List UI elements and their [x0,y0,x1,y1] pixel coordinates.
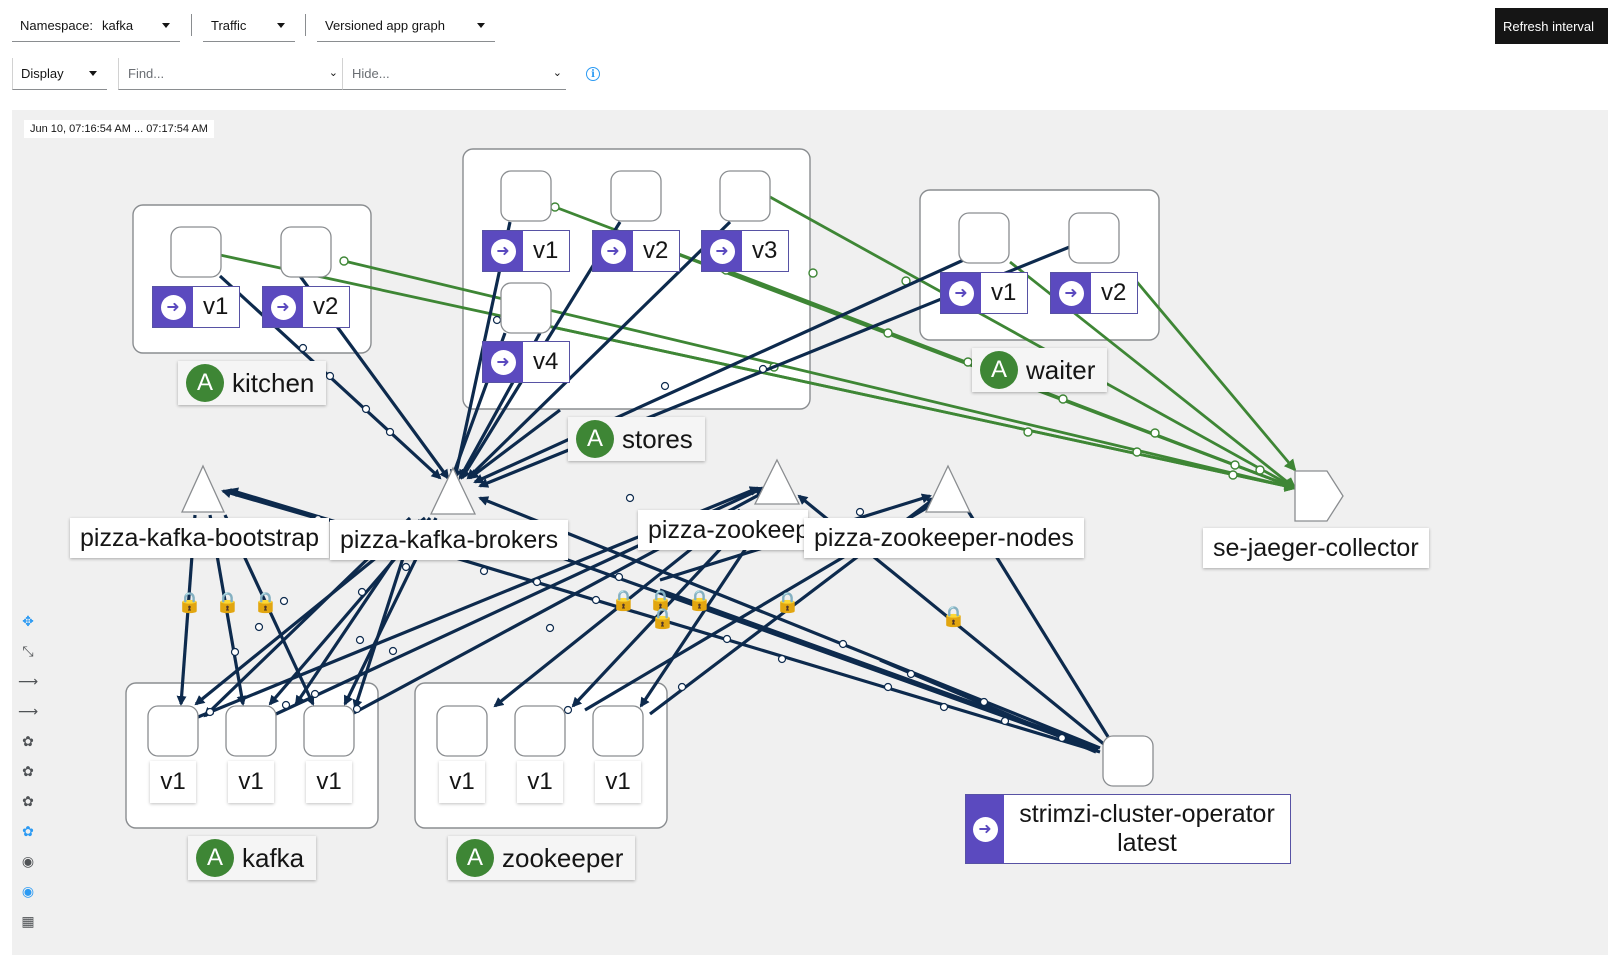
kitchen-v1-label[interactable]: ➜ v1 [152,286,240,328]
service-label-zookeeper-client[interactable]: pizza-zookeep [638,510,808,550]
stores-v3-label[interactable]: ➜ v3 [701,230,789,272]
app-badge-icon: A [980,351,1018,389]
app-badge-icon: A [576,420,614,458]
operator-name: strimzi-cluster-operator [1019,800,1275,828]
move-icon[interactable]: ✥ [14,607,42,635]
graph-svg [125,148,1344,829]
lock-icon: 🔒 [775,592,800,614]
graph-timestamp: Jun 10, 07:16:54 AM ... 07:17:54 AM [24,120,214,138]
stores-v4-label[interactable]: ➜ v4 [482,341,570,383]
jaeger-service-node[interactable] [1294,470,1344,522]
app-label-zookeeper[interactable]: A zookeeper [448,836,636,880]
waiter-v2-label[interactable]: ➜ v2 [1050,272,1138,314]
layout-3-icon[interactable]: ✿ [14,787,42,815]
lock-icon: 🔒 [253,592,278,614]
zookeeper-v1-label-a[interactable]: v1 [439,761,485,803]
stores-v2-label[interactable]: ➜ v2 [592,230,680,272]
fit-icon[interactable]: ⤡ [14,637,42,665]
lock-icon: 🔒 [215,592,240,614]
lock-icon: 🔒 [941,606,966,628]
app-badge-icon: A [196,839,234,877]
zookeeper-v1-label-c[interactable]: v1 [595,761,641,803]
app-label-kitchen[interactable]: A kitchen [178,361,327,405]
legend-active-icon[interactable]: ◉ [14,877,42,905]
app-label-waiter[interactable]: A waiter [972,348,1108,392]
arrow-right-icon: ➜ [709,238,735,264]
kitchen-v2-label[interactable]: ➜ v2 [262,286,350,328]
layout-4-icon[interactable]: ✿ [14,817,42,845]
map-icon[interactable]: ▦ [14,907,42,935]
layout-1-icon[interactable]: ✿ [14,727,42,755]
operator-version: latest [1117,829,1177,857]
arrow-right-icon: ➜ [972,816,998,842]
kafka-v1-label-a[interactable]: v1 [150,761,196,803]
app-badge-icon: A [456,839,494,877]
zookeeper-nodes-service-node[interactable] [924,464,972,513]
zookeeper-client-service-node[interactable] [753,458,801,505]
arrow-right-icon: ➜ [490,349,516,375]
arrow-right-icon[interactable]: ⟶ [14,697,42,725]
service-label-zookeeper-nodes[interactable]: pizza-zookeeper-nodes [804,518,1084,558]
legend-icon[interactable]: ◉ [14,847,42,875]
zookeeper-v1-label-b[interactable]: v1 [517,761,563,803]
waiter-v1-label[interactable]: ➜ v1 [940,272,1028,314]
arrow-right-icon[interactable]: ⟶ [14,667,42,695]
app-label-stores[interactable]: A stores [568,417,705,461]
kafka-v1-label-b[interactable]: v1 [228,761,274,803]
lock-icon: 🔒 [177,592,202,614]
service-label-brokers[interactable]: pizza-kafka-brokers [330,520,569,560]
service-label-bootstrap[interactable]: pizza-kafka-bootstrap [70,518,330,558]
arrow-right-icon: ➜ [270,294,296,320]
service-label-jaeger[interactable]: se-jaeger-collector [1203,528,1429,568]
app-badge-icon: A [186,364,224,402]
layout-2-icon[interactable]: ✿ [14,757,42,785]
operator-label[interactable]: ➜ strimzi-cluster-operator latest [965,794,1291,864]
arrow-right-icon: ➜ [1058,280,1084,306]
arrow-right-icon: ➜ [600,238,626,264]
bootstrap-service-node[interactable] [180,464,226,513]
arrow-right-icon: ➜ [160,294,186,320]
arrow-right-icon: ➜ [948,280,974,306]
stores-v1-label[interactable]: ➜ v1 [482,230,570,272]
arrow-right-icon: ➜ [490,238,516,264]
lock-icon: 🔒 [650,608,675,630]
kafka-v1-label-c[interactable]: v1 [306,761,352,803]
app-label-kafka[interactable]: A kafka [188,836,317,880]
lock-icon: 🔒 [687,590,712,612]
lock-icon: 🔒 [611,590,636,612]
